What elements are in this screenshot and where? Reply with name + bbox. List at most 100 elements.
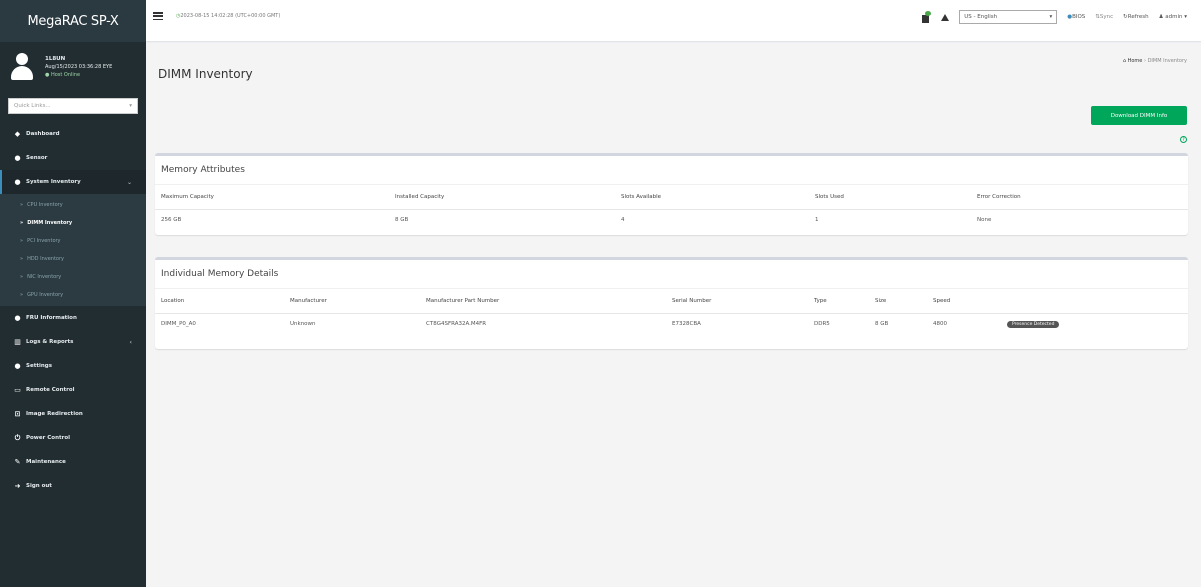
sidebar-item-label: Maintenance [26,459,66,465]
host-status: ● Host Online [45,72,81,78]
column-header: Manufacturer [284,289,420,314]
monitor-icon: ▭ [14,386,21,394]
sidebar-item-settings[interactable]: ● Settings [0,354,146,378]
quick-links-label: Quick Links... [14,103,51,109]
table-cell: 4 [621,217,625,224]
fru-icon: ● [14,314,21,322]
sidebar-item-pci-inventory[interactable]: » PCI Inventory [0,232,146,250]
table-cell: 8 GB [875,321,889,328]
breadcrumb-home-label: Home [1127,58,1143,64]
refresh-button[interactable]: ↻Refresh [1123,14,1148,20]
host-status-label: Host Online [50,72,81,78]
sidebar-item-label: Remote Control [26,387,75,393]
top-header: ◷2023-08-15 14:02:28 (UTC+00:00 GMT) US … [146,0,1201,42]
memory-details-table: Location Manufacturer Manufacturer Part … [155,289,1188,335]
column-header: Installed Capacity [389,185,615,210]
refresh-label: Refresh [1127,14,1149,20]
image-icon: ⊡ [14,410,21,418]
login-time: Aug/15/2023 03:36:28 EYE [45,64,113,70]
brand-logo[interactable]: MegaRAC SP-X [0,0,146,42]
table-cell: DDR5 [814,321,830,328]
status-badge: Presence Detected [1007,320,1060,328]
sidebar-item-label: Power Control [26,435,70,441]
sync-button[interactable]: ⇅Sync [1095,14,1113,20]
sidebar-item-label: Image Redirection [26,411,83,417]
table-cell: 256 GB [161,217,182,224]
column-header: Slots Used [809,185,971,210]
sidebar-item-cpu-inventory[interactable]: » CPU Inventory [0,196,146,214]
sidebar-item-hdd-inventory[interactable]: » HDD Inventory [0,250,146,268]
sidebar-item-remote-control[interactable]: ▭ Remote Control [0,378,146,402]
column-header [1001,289,1188,314]
bullet-icon: » [20,292,24,298]
system-inventory-submenu: » CPU Inventory » DIMM Inventory » PCI Inve… [0,194,146,306]
sidebar-item-power-control[interactable]: ⏻ Power Control [0,426,146,450]
sidebar-item-dimm-inventory[interactable]: » DIMM Inventory [0,214,146,232]
user-menu[interactable]: ♟ admin ▾ [1159,14,1187,20]
breadcrumb: ⌂ Home › DIMM Inventory [1123,58,1187,64]
column-header: Speed [927,289,1001,314]
sidebar-item-system-inventory[interactable]: ● System Inventory ⌄ [0,170,146,194]
sidebar-item-sign-out[interactable]: ➜ Sign out [0,474,146,498]
wrench-icon: ✎ [14,458,21,466]
bullet-icon: » [20,202,24,208]
header-actions: US - English ▾ ●BIOS ⇅Sync ↻Refresh ♟ ad… [921,9,1187,25]
sidebar-item-nic-inventory[interactable]: » NIC Inventory [0,268,146,286]
warning-icon[interactable] [941,13,950,21]
menu-toggle-icon[interactable] [153,12,163,20]
help-icon[interactable]: ? [1180,136,1187,143]
sidebar-item-label: Sensor [26,155,48,161]
sidebar-item-label: Logs & Reports [26,339,74,345]
bios-link[interactable]: ●BIOS [1067,14,1085,20]
table-header-row: Maximum Capacity Installed Capacity Slot… [155,185,1188,210]
column-header: Manufacturer Part Number [420,289,666,314]
memory-details-box: Individual Memory Details Location Manuf… [155,257,1188,349]
chevron-down-icon: ▾ [1049,14,1053,20]
user-icon: ♟ [1158,14,1164,20]
sidebar-item-label: Settings [26,363,52,369]
sub-item-label: CPU Inventory [27,202,63,208]
table-cell: None [977,217,992,224]
sidebar-item-dashboard[interactable]: ◆ Dashboard [0,122,146,146]
sidebar-item-logs-reports[interactable]: ▥ Logs & Reports ‹ [0,330,146,354]
table-cell: E7328CBA [672,321,701,328]
table-row: 256 GB 8 GB 4 1 None [155,209,1188,231]
sidebar-item-image-redirection[interactable]: ⊡ Image Redirection [0,402,146,426]
memory-details-title: Individual Memory Details [155,260,1188,289]
server-status-icon[interactable] [921,11,932,23]
sidebar-item-sensor[interactable]: ● Sensor [0,146,146,170]
bullet-icon: » [20,274,24,280]
table-row: DIMM_P0_A0 Unknown CT8G4SFRA32A.M4FR E73… [155,313,1188,335]
chevron-down-icon: ▾ [129,103,132,109]
memory-attributes-box: Memory Attributes Maximum Capacity Insta… [155,153,1188,235]
column-header: Slots Available [615,185,809,210]
language-select[interactable]: US - English ▾ [959,10,1058,24]
dashboard-icon: ◆ [14,130,21,138]
table-cell: CT8G4SFRA32A.M4FR [426,321,487,328]
sidebar-item-label: FRU Information [26,315,77,321]
sub-item-label: NIC Inventory [27,274,62,280]
sub-item-label: PCI Inventory [27,238,61,244]
sensor-icon: ● [14,154,21,162]
table-header-row: Location Manufacturer Manufacturer Part … [155,289,1188,314]
column-header: Location [155,289,284,314]
chevron-down-icon: ▾ [1184,14,1187,20]
sidebar-nav: ◆ Dashboard ● Sensor ● System Inventory … [0,122,146,498]
user-menu-label: admin [1165,14,1183,20]
download-dimm-info-button[interactable]: Download DIMM Info [1091,106,1187,125]
table-cell: Presence Detected [1001,313,1188,335]
table-cell: Unknown [290,321,316,328]
breadcrumb-current: DIMM Inventory [1147,58,1187,64]
column-header: Size [869,289,927,314]
sidebar-item-label: System Inventory [26,179,81,185]
breadcrumb-home[interactable]: ⌂ Home [1123,58,1143,64]
sidebar-item-fru-information[interactable]: ● FRU Information [0,306,146,330]
sidebar-item-gpu-inventory[interactable]: » GPU Inventory [0,286,146,304]
main-content: DIMM Inventory ⌂ Home › DIMM Inventory D… [146,43,1201,587]
quick-links-select[interactable]: Quick Links... ▾ [8,98,138,114]
page-title: DIMM Inventory [158,67,253,81]
power-icon: ⏻ [14,433,21,442]
sub-item-label: DIMM Inventory [27,220,73,226]
user-name: 1L8UN [45,56,66,62]
sidebar-item-maintenance[interactable]: ✎ Maintenance [0,450,146,474]
